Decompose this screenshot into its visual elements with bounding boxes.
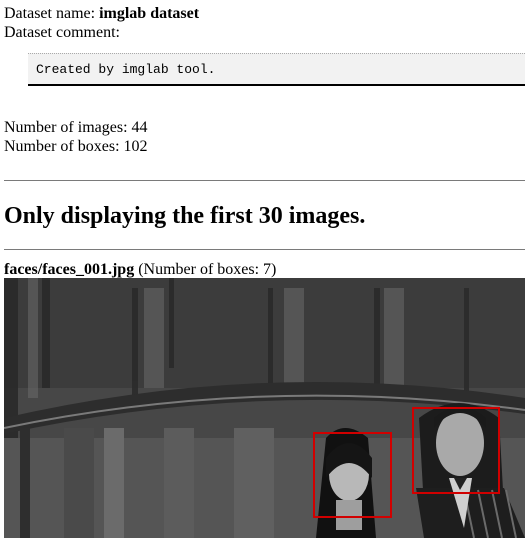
dataset-name-value: imglab dataset — [99, 5, 200, 22]
image-filename: faces/faces_001.jpg — [4, 261, 135, 278]
images-count-value: 44 — [131, 119, 148, 136]
dataset-name-line: Dataset name: imglab dataset — [4, 4, 199, 23]
images-count-label: Number of images: — [4, 119, 128, 136]
boxes-count-value: 102 — [123, 138, 148, 155]
dataset-name-label: Dataset name: — [4, 5, 96, 22]
bounding-box[interactable] — [412, 407, 500, 494]
images-count-line: Number of images: 44 — [4, 118, 148, 137]
image-caption: faces/faces_001.jpg (Number of boxes: 7) — [4, 260, 276, 279]
dataset-comment-label: Dataset comment: — [4, 24, 120, 41]
bounding-box[interactable] — [313, 432, 392, 518]
notice-heading: Only displaying the first 30 images. — [4, 203, 366, 229]
dataset-comment-box: Created by imglab tool. — [28, 53, 525, 86]
dataset-image[interactable] — [4, 278, 525, 538]
boxes-count-label: Number of boxes: — [4, 138, 120, 155]
divider — [4, 249, 525, 250]
divider — [4, 180, 525, 181]
dataset-comment-text: Created by imglab tool. — [36, 62, 216, 77]
image-box-count: (Number of boxes: 7) — [138, 261, 277, 278]
boxes-count-line: Number of boxes: 102 — [4, 137, 148, 156]
